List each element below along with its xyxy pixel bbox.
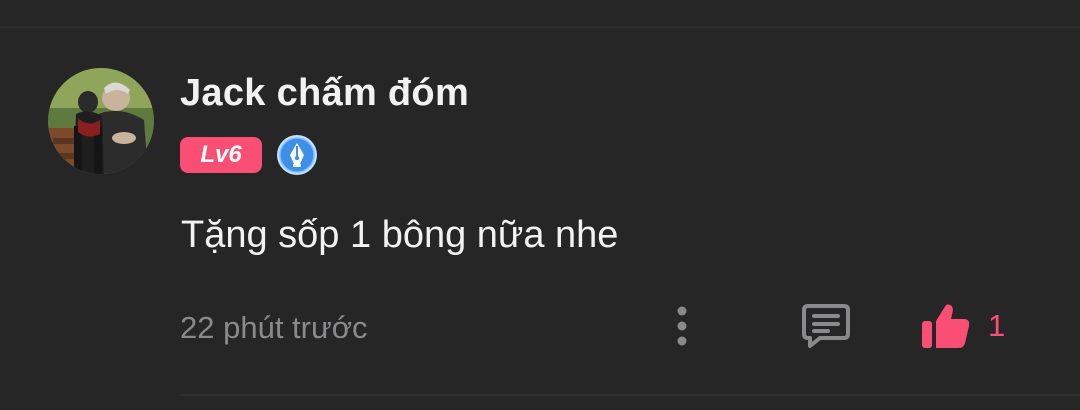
avatar[interactable] xyxy=(48,68,154,174)
level-badge: Lv6 xyxy=(180,137,262,173)
timestamp: 22 phút trước xyxy=(180,310,368,345)
fountain-pen-icon xyxy=(276,134,318,176)
username[interactable]: Jack chấm đóm xyxy=(180,72,469,115)
reply-comment-icon[interactable] xyxy=(800,300,852,350)
comment-text: Tặng sốp 1 bông nữa nhe xyxy=(181,214,619,256)
thumbs-up-icon xyxy=(922,304,970,348)
avatar-image xyxy=(48,68,154,174)
like-count: 1 xyxy=(988,308,1006,343)
top-divider xyxy=(0,26,1080,28)
like-button[interactable]: 1 xyxy=(920,300,1005,352)
comment-item: Jack chấm đóm Lv6 Tặng sốp 1 bông nữa nh… xyxy=(0,0,1080,410)
bottom-divider xyxy=(180,394,1080,396)
more-vertical-icon[interactable] xyxy=(664,302,700,350)
